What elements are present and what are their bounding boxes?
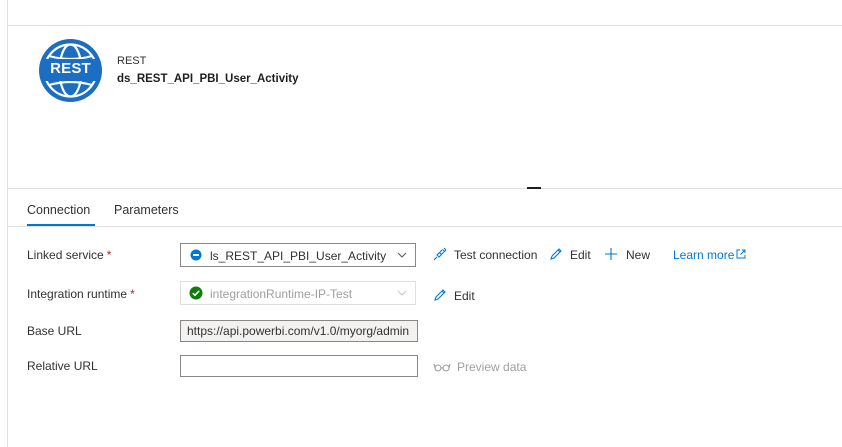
base-url-label: Base URL	[27, 324, 82, 338]
learn-more-link[interactable]: Learn more	[673, 246, 751, 262]
dataset-type-label: REST	[117, 55, 147, 67]
dataset-name: ds_REST_API_PBI_User_Activity	[117, 73, 299, 85]
integration-runtime-label: Integration runtime *	[27, 287, 135, 301]
linked-service-label: Linked service *	[27, 248, 111, 262]
chevron-down-icon	[397, 290, 407, 296]
test-connection-label: Test connection	[454, 248, 538, 262]
tab-connection[interactable]: Connection	[27, 203, 90, 217]
linked-service-icon	[190, 249, 202, 261]
rest-logo: REST	[39, 39, 102, 102]
tabs-divider	[7, 226, 842, 227]
linked-service-select[interactable]: ls_REST_API_PBI_User_Activity	[180, 243, 416, 267]
new-linked-service-button[interactable]: New	[603, 246, 653, 262]
integration-runtime-edit-button[interactable]: Edit	[432, 287, 476, 303]
preview-data-button[interactable]: Preview data	[433, 358, 528, 374]
preview-data-label: Preview data	[457, 360, 527, 374]
relative-url-input[interactable]	[180, 355, 418, 377]
integration-runtime-label-text: Integration runtime	[27, 287, 128, 301]
relative-url-label: Relative URL	[27, 359, 98, 373]
glasses-icon	[433, 363, 451, 372]
pencil-icon	[550, 248, 562, 260]
required-mark: *	[130, 287, 135, 301]
linked-service-value: ls_REST_API_PBI_User_Activity	[210, 249, 387, 263]
test-connection-button[interactable]: Test connection	[432, 246, 538, 262]
required-mark: *	[106, 248, 112, 262]
base-url-input[interactable]	[180, 320, 418, 342]
learn-more-label: Learn more	[673, 248, 735, 262]
logo-text: REST	[50, 60, 91, 77]
top-divider	[7, 25, 842, 26]
edit-label: Edit	[570, 248, 591, 262]
plug-icon	[433, 247, 447, 261]
linked-service-label-text: Linked service	[27, 248, 104, 262]
integration-runtime-value: integrationRuntime-IP-Test	[210, 287, 353, 301]
new-label: New	[626, 248, 651, 262]
external-link-icon	[736, 249, 746, 259]
check-circle-icon	[189, 286, 203, 300]
panel-left-border	[7, 0, 8, 447]
chevron-down-icon	[397, 252, 407, 258]
linked-service-edit-button[interactable]: Edit	[548, 246, 592, 262]
splitter-handle[interactable]	[527, 187, 541, 189]
pencil-icon	[434, 289, 446, 301]
integration-runtime-select[interactable]: integrationRuntime-IP-Test	[180, 281, 416, 305]
tab-parameters[interactable]: Parameters	[114, 203, 179, 217]
edit-label: Edit	[454, 289, 475, 303]
splitter-line	[7, 188, 842, 189]
plus-icon	[605, 248, 617, 260]
